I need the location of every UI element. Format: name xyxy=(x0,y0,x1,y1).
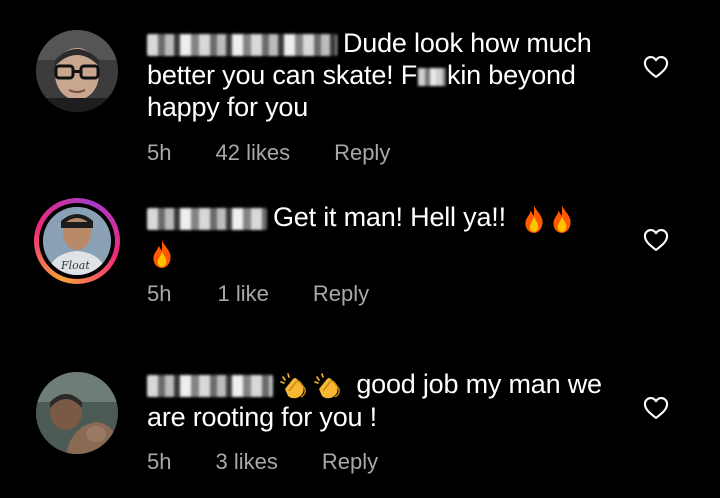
likes-count[interactable]: 3 likes xyxy=(215,449,277,475)
heart-outline-icon xyxy=(643,229,669,251)
like-button[interactable] xyxy=(642,226,670,254)
likes-count[interactable]: 42 likes xyxy=(215,140,290,166)
comment-3-text: good job my man we are rooting for you ! xyxy=(147,369,602,432)
like-button[interactable] xyxy=(642,53,670,81)
redacted-username[interactable] xyxy=(147,207,267,230)
redacted-username[interactable] xyxy=(147,33,337,56)
comment-2-avatar[interactable]: Float xyxy=(34,198,120,284)
reply-button[interactable]: Reply xyxy=(313,281,369,307)
comment-time: 5h xyxy=(147,281,172,306)
clapping-hands-emoji-icon xyxy=(314,373,340,399)
heart-outline-icon xyxy=(643,56,669,78)
clapping-hands-emoji-icon xyxy=(280,373,306,399)
avatar-story-ring-icon: Float xyxy=(34,198,120,284)
heart-outline-icon xyxy=(643,397,669,419)
comment-3-avatar[interactable] xyxy=(34,370,120,456)
redacted-username[interactable] xyxy=(147,374,273,397)
avatar-shirt-text: Float xyxy=(60,259,90,272)
comment-1-text: Dude look how much better you can skate!… xyxy=(147,28,592,122)
redacted-word xyxy=(418,67,447,86)
comment-1-avatar[interactable] xyxy=(34,28,120,114)
comment-2-meta: 5h 1 like Reply xyxy=(147,281,369,307)
fire-emoji-icon xyxy=(525,204,543,233)
reply-button[interactable]: Reply xyxy=(334,140,390,166)
comment-time: 5h xyxy=(147,140,172,165)
likes-count[interactable]: 1 like xyxy=(217,281,268,307)
fire-emoji-icon xyxy=(553,204,571,233)
comment-3-meta: 5h 3 likes Reply xyxy=(147,449,378,475)
avatar-photo-icon xyxy=(36,372,118,454)
reply-button[interactable]: Reply xyxy=(322,449,378,475)
comment-1-meta: 5h 42 likes Reply xyxy=(147,140,390,166)
comment-2-text: Get it man! Hell ya!! xyxy=(147,201,617,269)
fire-emoji-icon xyxy=(153,239,171,268)
avatar-man-glasses-icon xyxy=(36,30,118,112)
like-button[interactable] xyxy=(642,394,670,422)
comment-time: 5h xyxy=(147,449,172,474)
